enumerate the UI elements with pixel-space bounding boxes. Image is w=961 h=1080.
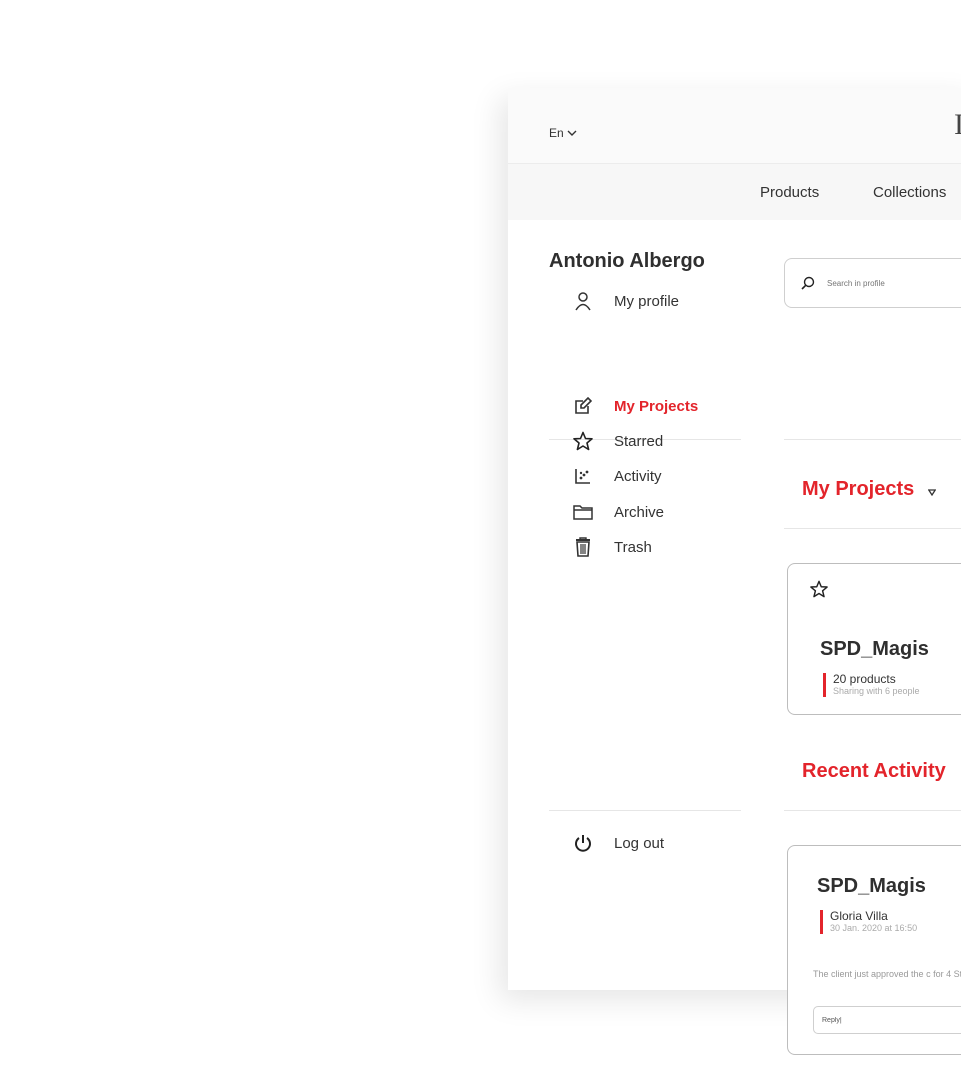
main-divider	[784, 528, 961, 529]
sidebar-item-label: My Projects	[614, 397, 699, 415]
reply-box[interactable]	[813, 1006, 961, 1034]
sidebar-item-archive[interactable]: Archive	[572, 501, 664, 523]
sidebar-item-starred[interactable]: Starred	[572, 430, 663, 452]
edit-icon	[572, 395, 594, 417]
project-name: SPD_Magis	[820, 638, 929, 660]
sidebar-item-trash[interactable]: Trash	[572, 536, 652, 558]
sidebar-item-label: My profile	[614, 292, 680, 310]
trash-icon	[572, 536, 594, 558]
project-card[interactable]: SPD_Magis 20 products Sharing with 6 peo…	[787, 563, 961, 715]
sidebar-item-my-projects[interactable]: My Projects	[572, 395, 698, 417]
logo[interactable]: I	[954, 108, 961, 142]
top-bar: En I	[508, 88, 961, 164]
sidebar-item-label: Starred	[614, 432, 664, 450]
project-meta: 20 products Sharing with 6 people	[823, 673, 920, 697]
activity-author: Gloria Villa	[830, 909, 888, 923]
activity-meta: Gloria Villa 30 Jan. 2020 at 16:50	[820, 910, 917, 934]
reply-input[interactable]	[820, 1015, 944, 1025]
triangle-down-icon[interactable]	[928, 489, 937, 496]
activity-project-name: SPD_Magis	[817, 875, 926, 897]
project-products-count: 20 products	[833, 672, 896, 686]
nav-item-collections[interactable]: Collections	[873, 184, 946, 201]
language-selector[interactable]: En	[549, 126, 577, 140]
sidebar-item-label: Trash	[614, 538, 652, 556]
sidebar-item-my-profile[interactable]: My profile	[572, 290, 679, 312]
search-icon	[801, 276, 815, 290]
project-sharing: Sharing with 6 people	[833, 686, 920, 696]
nav-item-products[interactable]: Products	[760, 184, 819, 201]
recent-activity-heading: Recent Activity	[802, 760, 946, 782]
logout-label: Log out	[614, 834, 665, 852]
user-name: Antonio Albergo	[549, 250, 705, 272]
star-icon[interactable]	[810, 580, 828, 603]
star-icon	[572, 430, 594, 452]
activity-comment: The client just approved the c for 4 Sta…	[813, 969, 961, 979]
folder-icon	[572, 501, 594, 523]
my-projects-heading: My Projects	[802, 478, 937, 501]
sidebar-divider	[549, 810, 741, 811]
sidebar-item-activity[interactable]: Activity	[572, 465, 662, 487]
section-title-text: My Projects	[802, 478, 915, 500]
search-input[interactable]	[825, 277, 961, 289]
nav-bar: Products Collections	[508, 164, 961, 220]
logout-button[interactable]: Log out	[572, 832, 664, 854]
language-label: En	[549, 126, 564, 140]
user-icon	[572, 290, 594, 312]
chart-icon	[572, 465, 594, 487]
app-window: En I Products Collections Antonio Alberg…	[508, 88, 961, 1055]
sidebar: Antonio Albergo My profile My Projects S…	[508, 220, 768, 990]
main-divider	[784, 810, 961, 811]
sidebar-item-label: Archive	[614, 503, 665, 521]
power-icon	[572, 832, 594, 854]
activity-card[interactable]: SPD_Magis Gloria Villa 30 Jan. 2020 at 1…	[787, 845, 961, 1055]
activity-timestamp: 30 Jan. 2020 at 16:50	[830, 923, 918, 933]
main-divider	[784, 439, 961, 440]
sidebar-item-label: Activity	[614, 467, 662, 485]
chevron-down-icon	[567, 126, 577, 140]
search-box[interactable]	[784, 258, 961, 308]
main-content: My Projects SPD_Magis 20 products Sharin…	[784, 220, 961, 1055]
